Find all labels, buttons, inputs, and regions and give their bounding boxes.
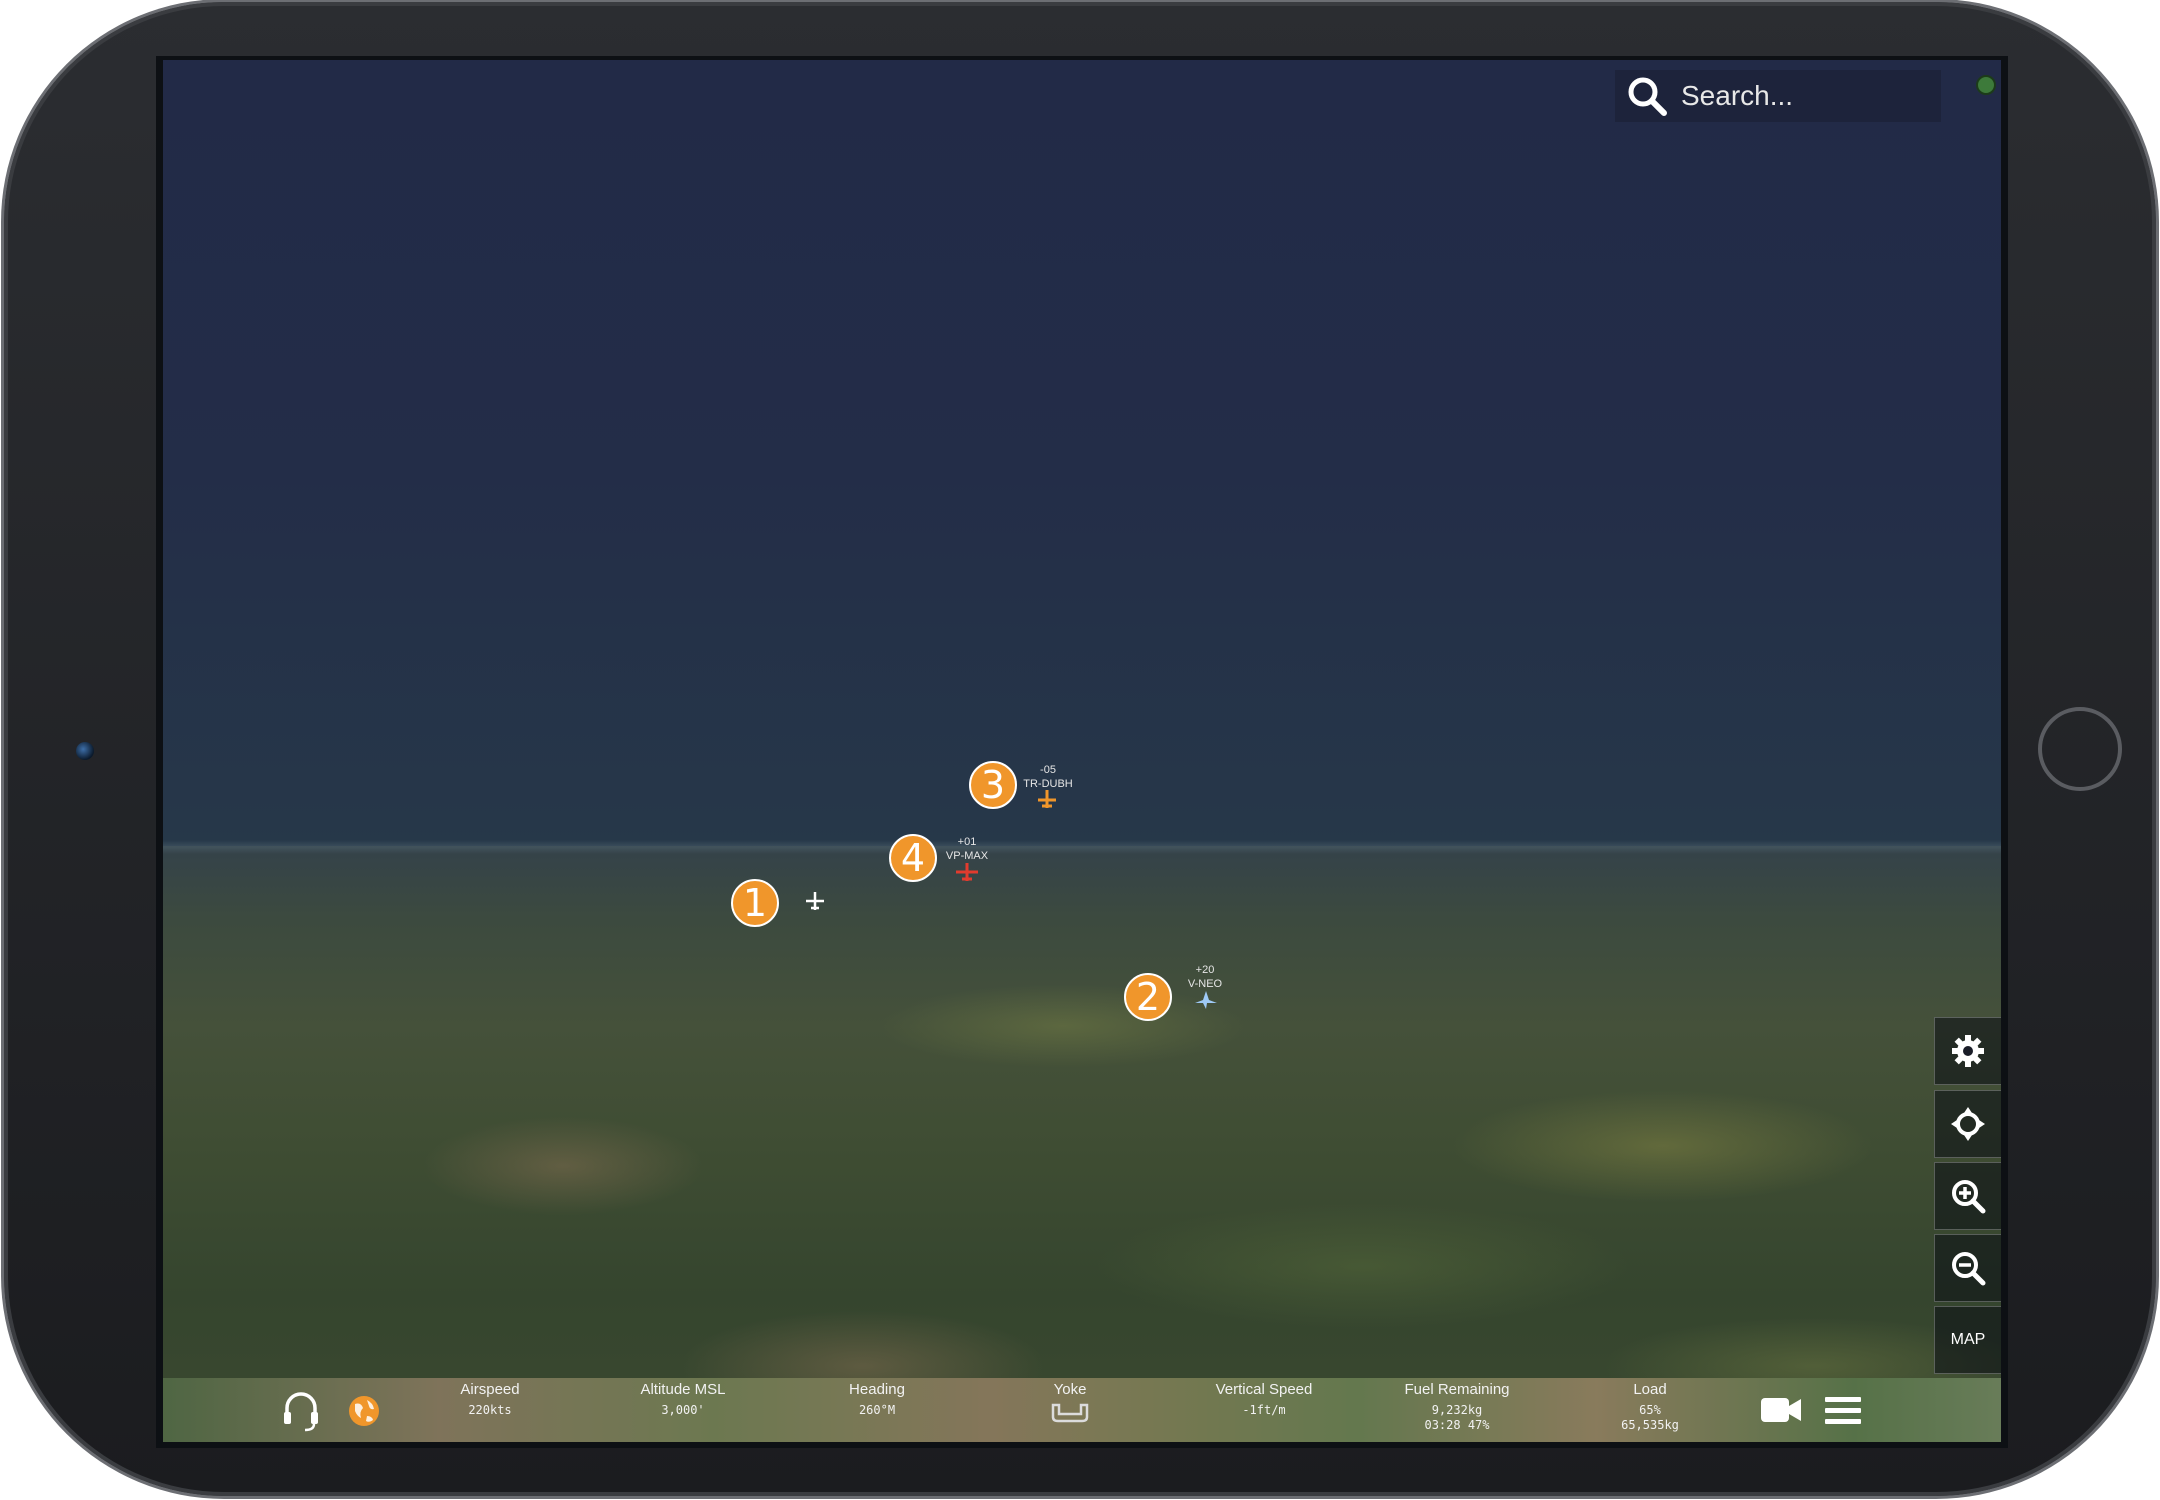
search-placeholder: Search...: [1681, 80, 1794, 111]
heading-label: Heading: [849, 1381, 905, 1398]
yoke-stat[interactable]: Yoke: [1000, 1381, 1140, 1428]
yoke-label: Yoke: [1053, 1381, 1087, 1398]
load-label: Load: [1633, 1381, 1667, 1398]
callout-marker-1: 1: [731, 879, 779, 927]
zoom-in-button[interactable]: [1934, 1162, 2001, 1230]
airspeed-value: 220kts: [468, 1403, 512, 1417]
load-stat: Load 65% 65,535kg: [1580, 1381, 1720, 1433]
aircraft-tag-vp-max: +01 VP-MAX: [937, 835, 997, 863]
load-weight-value: 65,535kg: [1621, 1418, 1679, 1432]
connection-status-icon: [1976, 75, 1996, 95]
fuel-label: Fuel Remaining: [1404, 1381, 1510, 1398]
front-camera: [76, 742, 94, 760]
altitude-label: Altitude MSL: [640, 1381, 726, 1398]
aircraft-offset: -05: [1040, 764, 1056, 776]
search-bar[interactable]: Search...: [1615, 70, 1941, 122]
vertical-speed-stat: Vertical Speed -1ft/m: [1194, 1381, 1334, 1418]
flight-view[interactable]: Search... -05 TR-DUBH +01 VP-MAX +20 V-N…: [163, 60, 2001, 1442]
altitude-value: 3,000': [661, 1403, 705, 1417]
vertical-speed-value: -1ft/m: [1242, 1403, 1286, 1417]
zoom-in-icon: [1952, 1180, 1986, 1214]
settings-button[interactable]: [1934, 1017, 2001, 1085]
vertical-speed-label: Vertical Speed: [1215, 1381, 1313, 1398]
load-percent-value: 65%: [1639, 1403, 1661, 1417]
home-button[interactable]: [2038, 707, 2122, 791]
airspeed-label: Airspeed: [460, 1381, 520, 1398]
heading-value: 260°M: [858, 1403, 896, 1417]
fuel-weight-value: 9,232kg: [1431, 1403, 1483, 1417]
bottom-status-bar: Airspeed 220kts Altitude MSL 3,000' Head…: [163, 1378, 2001, 1442]
aircraft-tr-dubh-icon[interactable]: [1036, 788, 1058, 810]
globe-icon[interactable]: [347, 1394, 381, 1428]
zoom-out-button[interactable]: [1934, 1234, 2001, 1302]
tablet-frame: Search... -05 TR-DUBH +01 VP-MAX +20 V-N…: [4, 2, 2156, 1496]
callout-marker-4: 4: [889, 834, 937, 882]
aircraft-v-neo-icon[interactable]: [1193, 989, 1219, 1011]
aircraft-own-icon[interactable]: [804, 890, 826, 912]
aircraft-tag-v-neo: +20 V-NEO: [1175, 963, 1235, 991]
map-button-label: MAP: [1950, 1331, 1986, 1348]
terrain: [163, 846, 2001, 1442]
map-button[interactable]: MAP: [1934, 1306, 2001, 1374]
aircraft-offset: +20: [1195, 964, 1215, 976]
callout-marker-2: 2: [1124, 973, 1172, 1021]
screen: Search... -05 TR-DUBH +01 VP-MAX +20 V-N…: [156, 56, 2008, 1448]
menu-icon[interactable]: [1823, 1394, 1863, 1428]
airspeed-stat: Airspeed 220kts: [420, 1381, 560, 1418]
callout-marker-3: 3: [969, 761, 1017, 809]
center-view-button[interactable]: [1934, 1090, 2001, 1158]
horizon: [163, 840, 2001, 854]
heading-stat: Heading 260°M: [807, 1381, 947, 1418]
aircraft-tag-tr-dubh: -05 TR-DUBH: [1018, 763, 1078, 791]
headset-icon[interactable]: [281, 1390, 321, 1432]
aircraft-offset: +01: [957, 836, 977, 848]
yoke-icon: [1051, 1403, 1089, 1423]
crosshair-icon: [1951, 1107, 1985, 1141]
fuel-time-value: 03:28 47%: [1424, 1418, 1490, 1432]
altitude-stat: Altitude MSL 3,000': [613, 1381, 753, 1418]
search-icon: [1628, 77, 1667, 116]
zoom-out-icon: [1952, 1252, 1986, 1286]
aircraft-vp-max-icon[interactable]: [954, 861, 980, 883]
fuel-stat: Fuel Remaining 9,232kg 03:28 47%: [1387, 1381, 1527, 1433]
camera-icon[interactable]: [1759, 1394, 1803, 1426]
gear-icon: [1952, 1035, 1984, 1067]
